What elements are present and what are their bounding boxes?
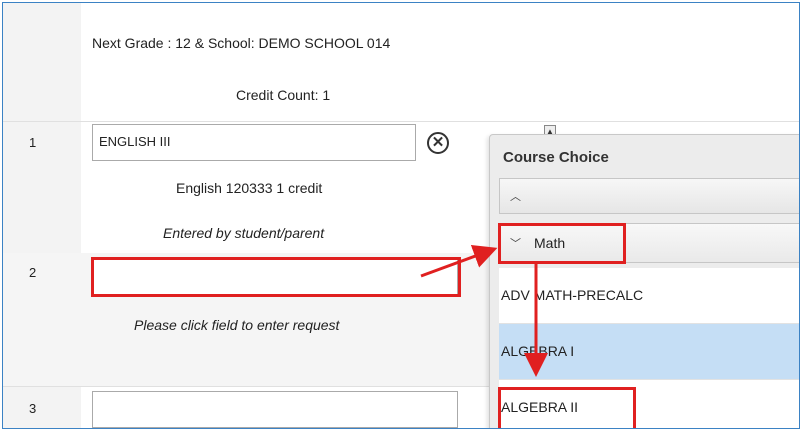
- arrow-to-group: [420, 244, 498, 278]
- course-request-window: Next Grade : 12 & School: DEMO SCHOOL 01…: [2, 2, 800, 429]
- annotation-arrows: [420, 244, 548, 377]
